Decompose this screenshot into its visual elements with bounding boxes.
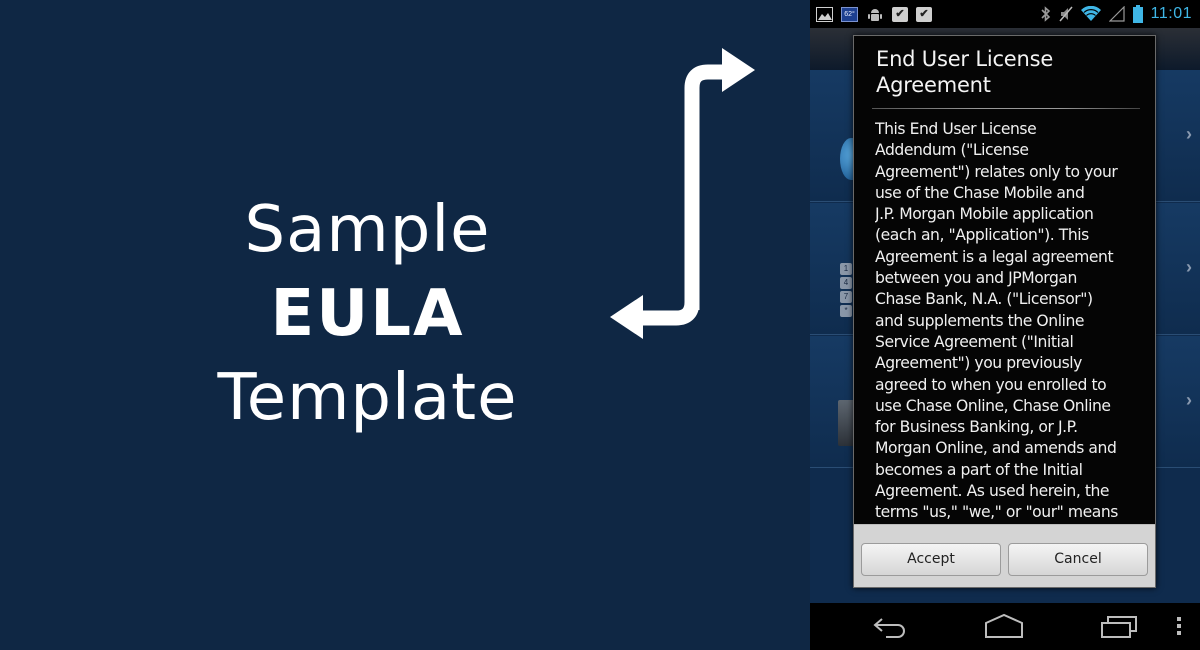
- eula-text-line: Agreement is a legal agreement: [875, 247, 1114, 266]
- connector-path-lower: [640, 290, 700, 326]
- mute-icon: [1059, 6, 1073, 22]
- navigation-bar: [810, 603, 1200, 650]
- eula-text-line: Agreement") you previously: [875, 354, 1082, 373]
- store-check-icon: ✔: [892, 6, 908, 22]
- connector-path: [684, 64, 725, 310]
- chevron-right-icon: ›: [1186, 257, 1192, 277]
- eula-text-line: Agreement") relates only to your: [875, 162, 1118, 181]
- arrow-head-right: [722, 48, 755, 92]
- gallery-icon: [816, 6, 833, 22]
- battery-icon: [1132, 5, 1143, 23]
- recent-apps-icon[interactable]: [1100, 613, 1138, 644]
- eula-text-line: This End User License: [875, 120, 1037, 138]
- double-arrow-connector-icon: [610, 48, 755, 339]
- promo-banner: Sample EULA Template 62° ✔ ✔ 11:01 › › ›…: [0, 0, 1200, 650]
- android-debug-icon: [866, 6, 884, 22]
- accept-button[interactable]: Accept: [861, 543, 1001, 576]
- keypad-key: 4: [840, 277, 852, 289]
- bluetooth-icon: [1041, 6, 1051, 22]
- eula-dialog: End User License Agreement This End User…: [853, 35, 1156, 588]
- wifi-icon: [1080, 6, 1101, 22]
- hero-title: Sample EULA Template: [200, 188, 535, 440]
- eula-text-line: for Business Banking, or J.P.: [875, 418, 1078, 437]
- status-bar: 62° ✔ ✔ 11:01: [810, 0, 1200, 28]
- keypad-key: *: [840, 305, 852, 317]
- eula-text-line: use of the Chase Mobile and: [875, 183, 1085, 202]
- chevron-right-icon: ›: [1186, 124, 1192, 144]
- eula-text-line: Agreement. As used herein, the: [875, 482, 1110, 501]
- phone-screenshot: 62° ✔ ✔ 11:01 › › › 1 4 7 * End User Lic…: [810, 0, 1200, 650]
- eula-text-line: terms "us," "we," or "our" means: [875, 503, 1118, 522]
- home-icon[interactable]: [984, 613, 1024, 644]
- dialog-button-bar: Accept Cancel: [854, 524, 1155, 587]
- back-icon[interactable]: [872, 613, 908, 644]
- overflow-menu-icon[interactable]: [1176, 613, 1182, 644]
- hero-line-eula: EULA: [270, 277, 465, 351]
- eula-text-line: (each an, "Application"). This: [875, 226, 1089, 245]
- eula-text-line: Service Agreement ("Initial: [875, 332, 1074, 351]
- eula-text-line: becomes a part of the Initial: [875, 460, 1083, 479]
- keypad-icon: 1 4 7 *: [840, 263, 852, 319]
- dialog-title-line: End User License: [876, 47, 1054, 71]
- eula-text-line: Morgan Online, and amends and: [875, 439, 1117, 458]
- store-check-icon: ✔: [916, 6, 932, 22]
- eula-text-scroll-area[interactable]: This End User License Addendum ("License…: [875, 119, 1150, 524]
- eula-text-line: use Chase Online, Chase Online: [875, 396, 1111, 415]
- hero-line-template: Template: [217, 361, 518, 435]
- signal-icon: [1108, 6, 1125, 22]
- hero-line-sample: Sample: [244, 193, 491, 267]
- eula-text-line: between you and JPMorgan: [875, 269, 1077, 288]
- dialog-title: End User License Agreement: [876, 46, 1146, 98]
- chevron-right-icon: ›: [1186, 390, 1192, 410]
- dialog-title-line: Agreement: [876, 73, 991, 97]
- keypad-key: 7: [840, 291, 852, 303]
- weather-temp-icon: 62°: [841, 6, 858, 22]
- arrow-head-left: [610, 295, 643, 339]
- eula-text-line: agreed to when you enrolled to: [875, 375, 1107, 394]
- eula-text-line: and supplements the Online: [875, 311, 1085, 330]
- eula-text-line: J.P. Morgan Mobile application: [875, 205, 1094, 224]
- dialog-divider: [872, 108, 1140, 109]
- clock: 11:01: [1150, 5, 1192, 22]
- eula-text-line: Addendum ("License: [875, 141, 1029, 160]
- eula-text-line: Chase Bank, N.A. ("Licensor"): [875, 290, 1093, 309]
- cancel-button[interactable]: Cancel: [1008, 543, 1148, 576]
- keypad-key: 1: [840, 263, 852, 275]
